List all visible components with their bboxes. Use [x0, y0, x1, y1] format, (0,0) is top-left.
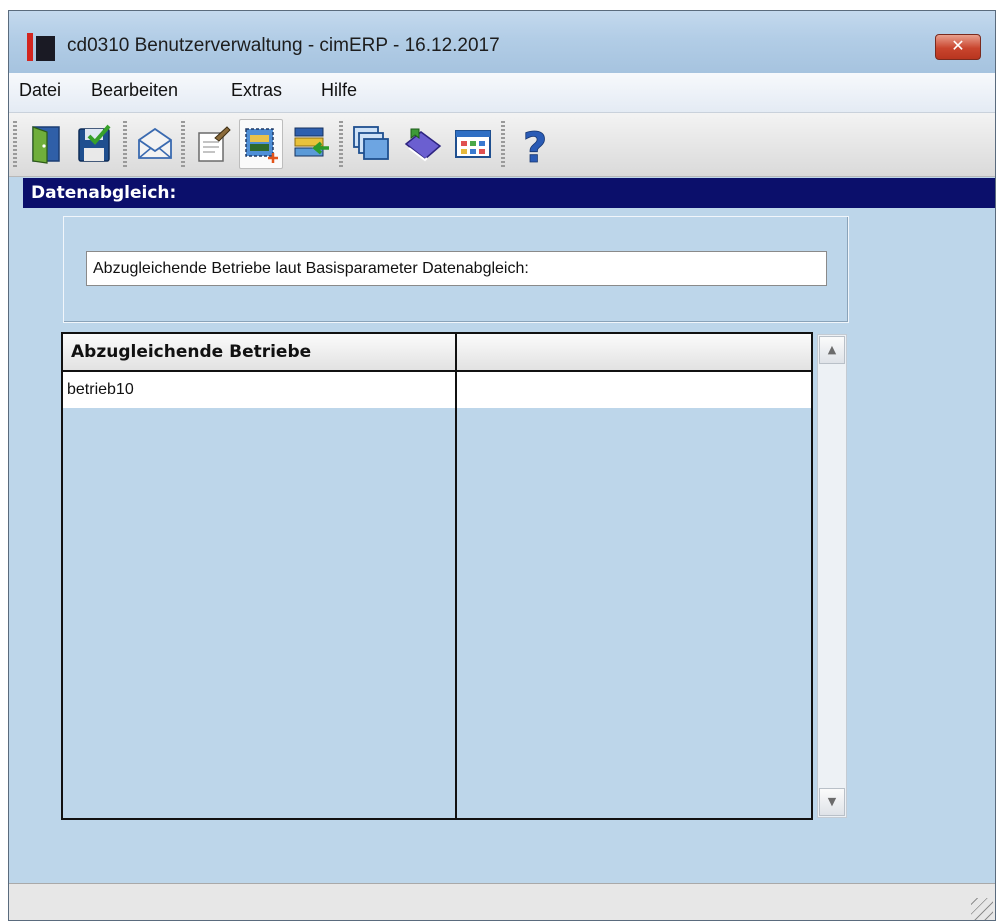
vertical-scrollbar[interactable]: ▲ ▼ — [817, 334, 847, 818]
save-icon[interactable] — [73, 119, 117, 169]
menu-extras[interactable]: Extras — [231, 80, 282, 101]
toolbar: ? — [9, 113, 995, 177]
windows-icon[interactable] — [349, 119, 393, 169]
title-bar[interactable]: cd0310 Benutzerverwaltung - cimERP - 16.… — [9, 11, 995, 73]
scroll-up-button[interactable]: ▲ — [819, 336, 845, 364]
edit-note-icon[interactable] — [191, 119, 235, 169]
scroll-down-button[interactable]: ▼ — [819, 788, 845, 816]
toolbar-separator-3 — [339, 121, 343, 167]
table-grid-icon[interactable] — [451, 119, 495, 169]
toolbar-separator-4 — [501, 121, 505, 167]
menu-datei[interactable]: Datei — [19, 80, 61, 101]
close-button[interactable]: ✕ — [935, 34, 981, 60]
svg-text:?: ? — [523, 124, 547, 168]
window-title: cd0310 Benutzerverwaltung - cimERP - 16.… — [67, 35, 500, 56]
toolbar-separator-2 — [181, 121, 185, 167]
info-text-field: Abzugleichende Betriebe laut Basisparame… — [86, 251, 827, 286]
application-window: cd0310 Benutzerverwaltung - cimERP - 16.… — [8, 10, 996, 921]
help-icon[interactable]: ? — [513, 119, 557, 169]
table-header: Abzugleichende Betriebe — [63, 334, 811, 372]
toolbar-separator — [123, 121, 127, 167]
mail-icon[interactable] — [133, 119, 177, 169]
menu-bearbeiten[interactable]: Bearbeiten — [91, 80, 178, 101]
exit-door-icon[interactable] — [25, 119, 69, 169]
app-logo-icon — [27, 33, 55, 61]
table-cell-second[interactable] — [457, 372, 811, 408]
column-header-empty[interactable] — [457, 334, 811, 370]
menu-hilfe[interactable]: Hilfe — [321, 80, 357, 101]
new-record-icon[interactable] — [239, 119, 283, 169]
betriebe-table[interactable]: Abzugleichende Betriebe betrieb10 — [61, 332, 813, 820]
column-header-betriebe[interactable]: Abzugleichende Betriebe — [63, 334, 455, 370]
import-list-icon[interactable] — [289, 119, 333, 169]
column-divider — [455, 334, 457, 818]
menu-bar: Datei Bearbeiten Extras Hilfe — [9, 73, 995, 113]
book-tag-icon[interactable] — [401, 119, 445, 169]
info-panel: Abzugleichende Betriebe laut Basisparame… — [63, 216, 849, 323]
table-cell-betrieb[interactable]: betrieb10 — [63, 372, 455, 408]
table-row[interactable]: betrieb10 — [63, 372, 811, 408]
toolbar-grip[interactable] — [13, 121, 17, 167]
resize-grip-icon[interactable] — [971, 898, 993, 920]
status-bar — [9, 883, 995, 920]
section-header: Datenabgleich: — [23, 178, 995, 208]
